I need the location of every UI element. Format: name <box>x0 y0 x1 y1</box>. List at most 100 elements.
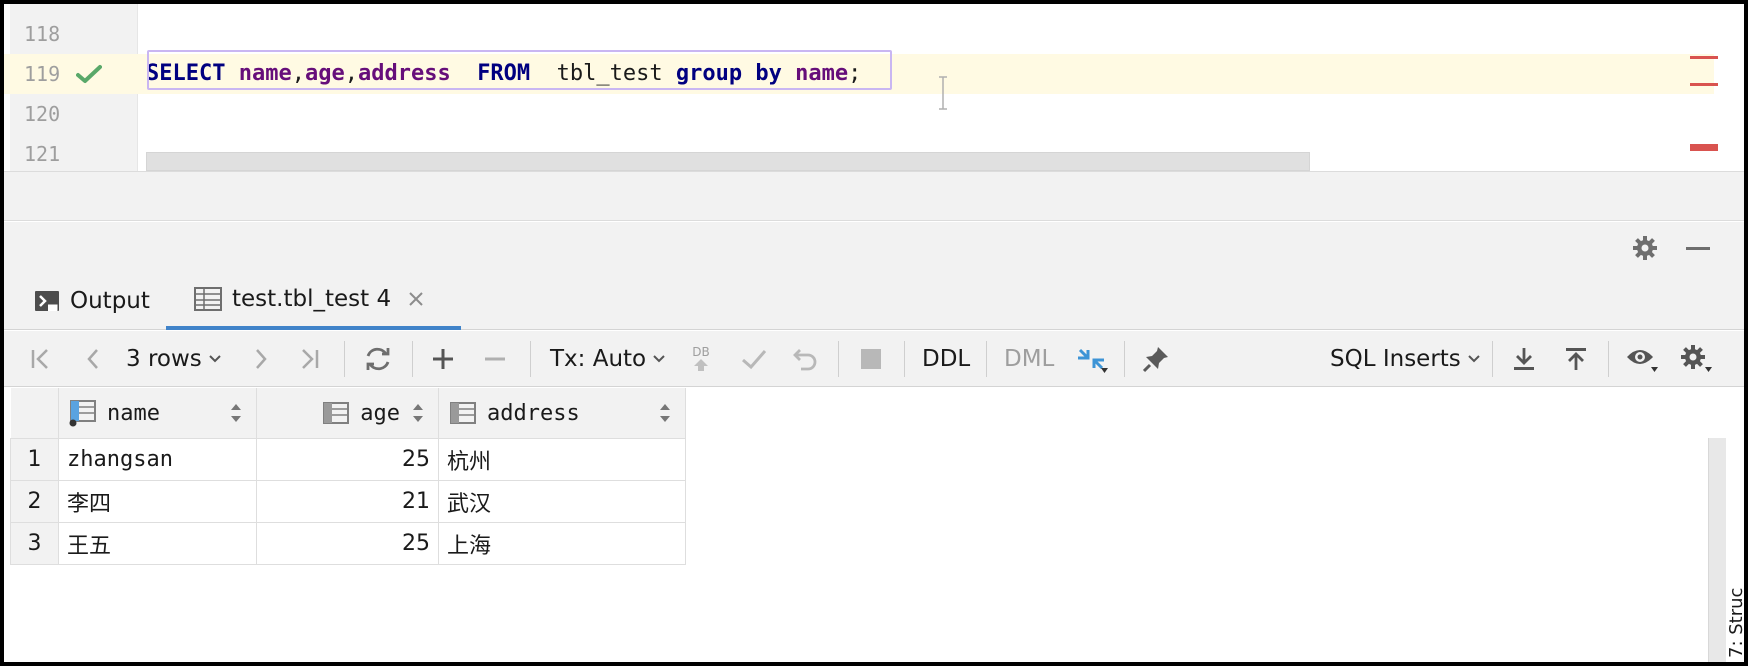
import-upload-button[interactable] <box>1560 331 1592 387</box>
result-grid[interactable]: name age address 1 zhangsan 25 杭州 2 李四 2… <box>4 388 1744 662</box>
cell-name[interactable]: 王五 <box>58 522 257 565</box>
cell-address[interactable]: 杭州 <box>438 438 686 481</box>
refresh-button[interactable] <box>362 331 394 387</box>
page-size-dropdown[interactable]: 3 rows <box>126 331 222 387</box>
minimize-icon[interactable] <box>1684 235 1712 261</box>
db-commit-button[interactable]: DB <box>686 331 716 387</box>
sql-editor[interactable]: 118 119 SELECT name,age,address FROM tbl… <box>4 4 1744 171</box>
column-header-address[interactable]: address <box>438 388 686 439</box>
eye-icon <box>1627 350 1658 372</box>
export-download-button[interactable] <box>1508 331 1540 387</box>
sort-icon[interactable] <box>659 403 671 423</box>
transaction-mode-label: Tx: Auto <box>550 346 647 372</box>
toolbar-separator <box>412 341 413 377</box>
first-page-icon <box>31 349 48 369</box>
cell-name[interactable]: 李四 <box>58 480 257 523</box>
transaction-mode-dropdown[interactable]: Tx: Auto <box>550 331 666 387</box>
export-format-dropdown[interactable]: SQL Inserts <box>1330 331 1481 387</box>
code-line-120[interactable]: 120 <box>4 94 1714 134</box>
ide-window: 118 119 SELECT name,age,address FROM tbl… <box>0 0 1748 666</box>
sql-statement[interactable]: SELECT name,age,address FROM tbl_test gr… <box>146 54 861 94</box>
tab-output[interactable]: Output <box>34 272 150 330</box>
sql-keyword: by <box>755 61 782 86</box>
column-icon <box>323 402 350 424</box>
code-line-119[interactable]: 119 SELECT name,age,address FROM tbl_tes… <box>4 54 1714 94</box>
next-page-button[interactable] <box>246 331 276 387</box>
sql-keyword: group <box>675 61 743 86</box>
toolbar-separator <box>344 341 345 377</box>
gear-icon[interactable] <box>1631 235 1659 261</box>
chevron-down-icon <box>209 355 221 363</box>
rollback-button[interactable] <box>790 331 822 387</box>
sql-column: address <box>357 61 451 86</box>
first-page-button[interactable] <box>26 331 56 387</box>
pin-tab-button[interactable] <box>1140 331 1172 387</box>
error-stripe-mark[interactable] <box>1690 56 1718 59</box>
view-options-button[interactable] <box>1624 331 1660 387</box>
grid-vertical-scrollbar[interactable] <box>1708 438 1726 662</box>
code-line-118[interactable]: 118 <box>4 14 1714 54</box>
cell-address[interactable]: 武汉 <box>438 480 686 523</box>
row-number[interactable]: 1 <box>10 438 59 481</box>
table-row[interactable]: 3 王五 25 上海 <box>10 522 686 565</box>
line-number: 121 <box>24 142 61 166</box>
grid-settings-button[interactable] <box>1678 331 1714 387</box>
error-stripe-mark[interactable] <box>1690 83 1718 86</box>
column-header-age[interactable]: age <box>256 388 439 439</box>
sql-comma: , <box>344 61 358 86</box>
compare-button[interactable] <box>1074 331 1110 387</box>
column-icon <box>450 402 476 424</box>
result-table: name age address 1 zhangsan 25 杭州 2 李四 2… <box>10 388 686 565</box>
sql-keyword: SELECT <box>146 61 226 86</box>
sort-icon[interactable] <box>412 403 424 423</box>
toolbar-separator <box>1124 341 1125 377</box>
chevron-left-icon <box>87 349 98 369</box>
editor-horizontal-scrollbar[interactable] <box>146 152 1310 171</box>
result-tabs: Output test.tbl_test 4 <box>4 272 1744 330</box>
header-row: name age address <box>10 388 686 439</box>
chevron-down-icon <box>653 355 665 363</box>
line-number: 119 <box>24 62 61 86</box>
cell-name[interactable]: zhangsan <box>58 438 257 481</box>
tab-result-table[interactable]: test.tbl_test 4 <box>166 272 462 330</box>
table-row[interactable]: 2 李四 21 武汉 <box>10 480 686 523</box>
cell-age[interactable]: 25 <box>256 438 439 481</box>
line-number: 118 <box>24 22 61 46</box>
toolbar-separator <box>1608 341 1609 377</box>
cell-age[interactable]: 25 <box>256 522 439 565</box>
dml-label: DML <box>1004 346 1055 372</box>
cancel-query-button[interactable] <box>856 331 886 387</box>
line-number: 120 <box>24 102 61 126</box>
close-icon[interactable] <box>407 290 425 308</box>
sql-column: name <box>238 61 292 86</box>
result-toolbar: 3 rows Tx: Auto DB DDL DML SQL Inserts <box>4 331 1744 387</box>
row-number[interactable]: 2 <box>10 480 59 523</box>
structure-side-tab[interactable]: 7: Struc <box>1726 558 1744 658</box>
column-header-label: name <box>107 400 160 426</box>
previous-page-button[interactable] <box>78 331 108 387</box>
add-row-button[interactable] <box>428 331 458 387</box>
row-number[interactable]: 3 <box>10 522 59 565</box>
minus-icon <box>485 357 505 361</box>
export-format-label: SQL Inserts <box>1330 346 1461 372</box>
cell-address[interactable]: 上海 <box>438 522 686 565</box>
delete-row-button[interactable] <box>480 331 510 387</box>
tab-label: Output <box>70 288 150 314</box>
last-page-icon <box>302 349 319 369</box>
ddl-label: DDL <box>922 346 971 372</box>
gear-icon <box>1681 345 1712 372</box>
sort-icon[interactable] <box>230 403 242 423</box>
compare-arrows-icon <box>1078 348 1108 373</box>
error-stripe-mark[interactable] <box>1690 144 1718 151</box>
sql-table-name: tbl_test <box>556 61 663 86</box>
commit-button[interactable] <box>738 331 770 387</box>
table-row[interactable]: 1 zhangsan 25 杭州 <box>10 438 686 481</box>
sql-keyword: FROM <box>477 61 531 86</box>
column-header-name[interactable]: name <box>58 388 257 439</box>
cell-age[interactable]: 21 <box>256 480 439 523</box>
last-page-button[interactable] <box>294 331 324 387</box>
ddl-button[interactable]: DDL <box>922 331 970 387</box>
primary-key-column-icon <box>69 400 96 427</box>
db-label: DB <box>692 345 710 359</box>
dml-button[interactable]: DML <box>1004 331 1054 387</box>
